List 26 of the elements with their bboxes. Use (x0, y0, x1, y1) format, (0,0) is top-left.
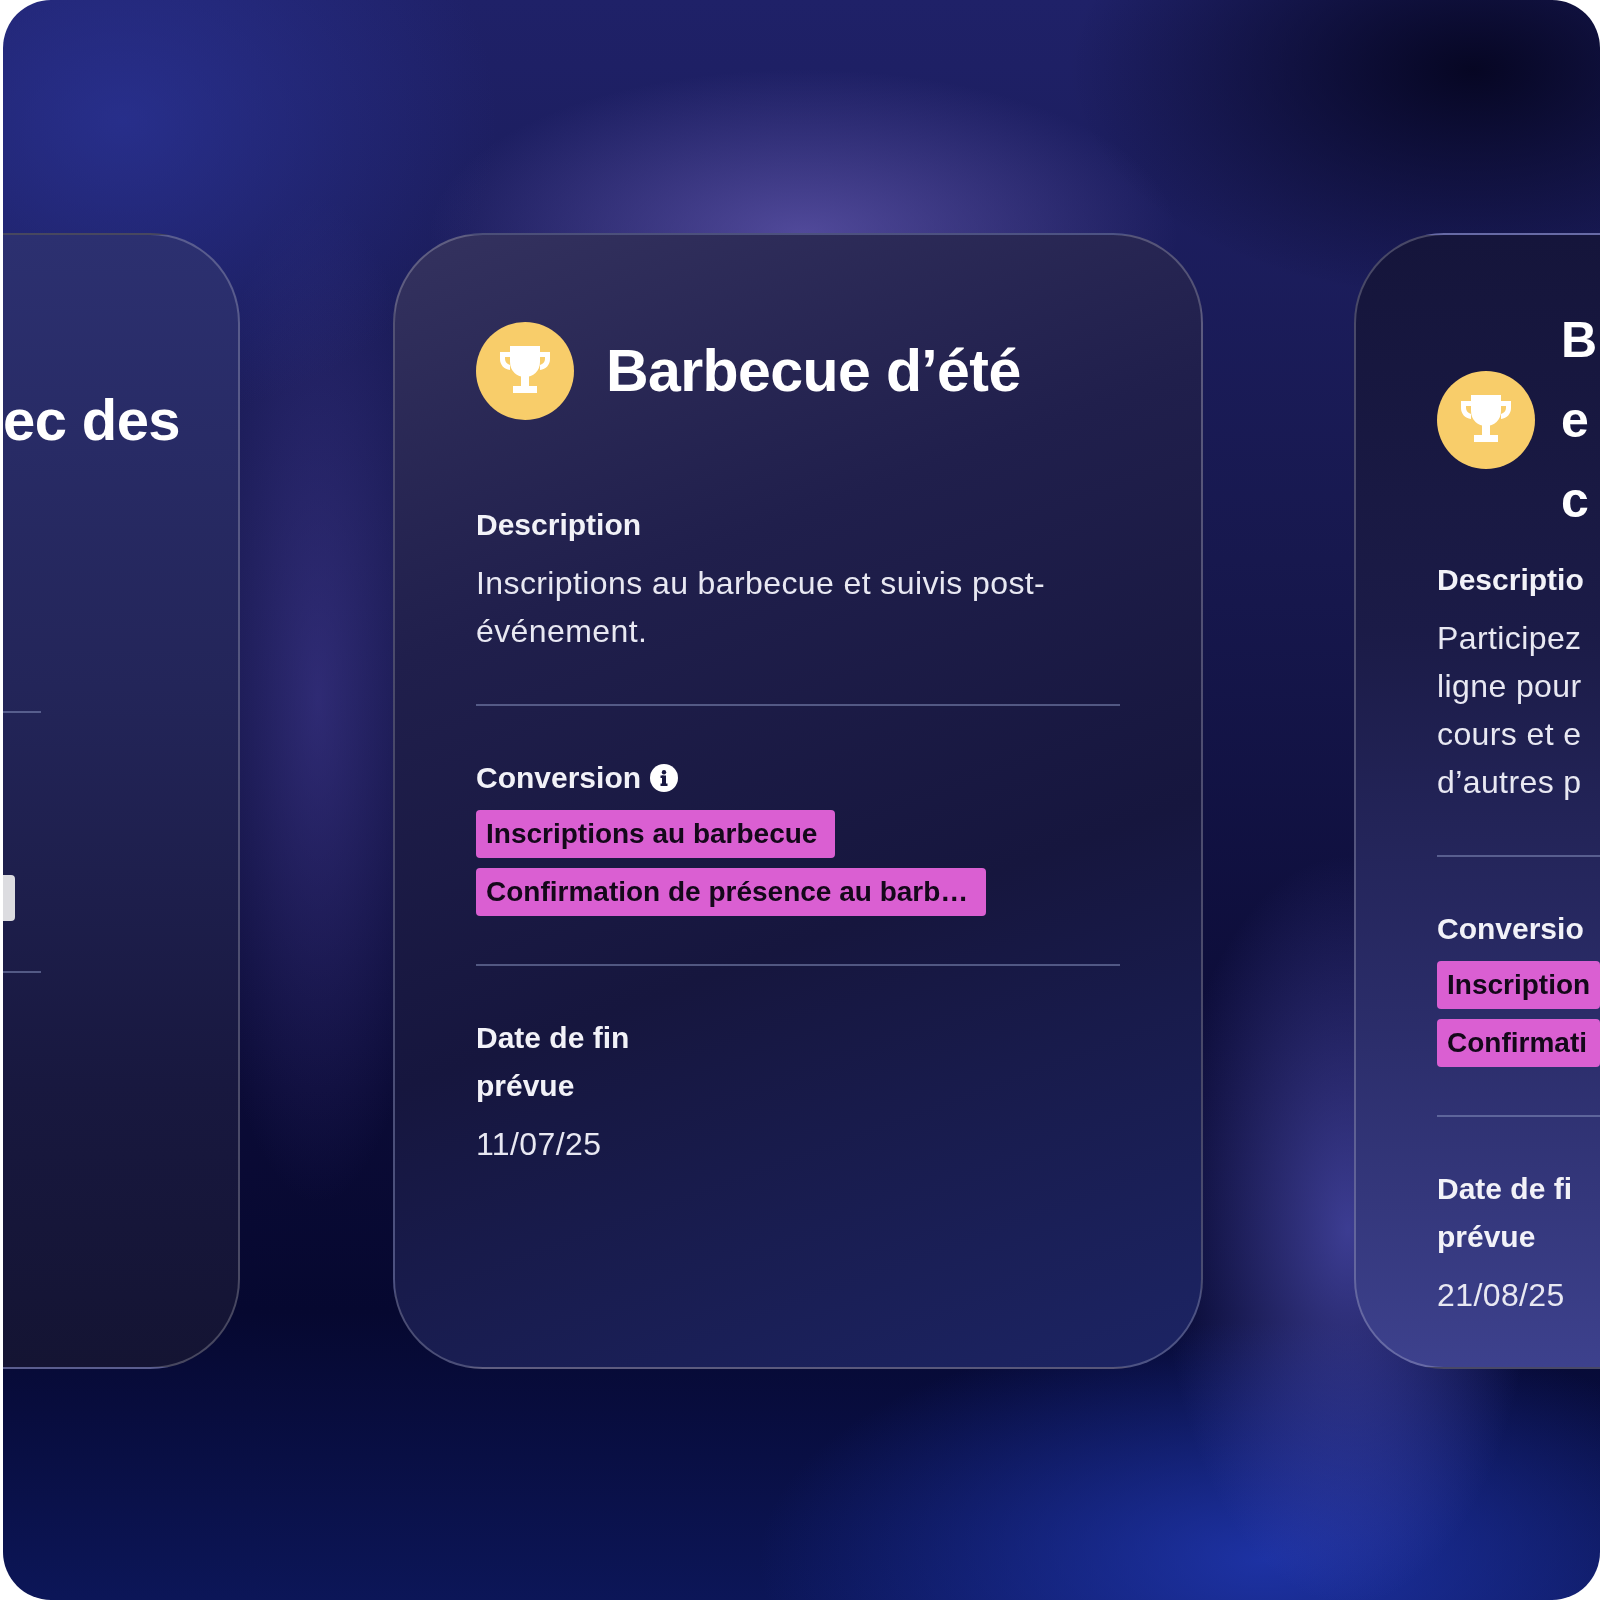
description-text: cours et e (1437, 715, 1582, 754)
description-text: ligne pour (1437, 667, 1582, 706)
info-icon[interactable] (650, 764, 679, 792)
card-title: c (1561, 471, 1590, 530)
section-label: Date de fi (1437, 1171, 1573, 1207)
trophy-icon (1437, 371, 1535, 469)
conversion-tag: Confirmation de présence au barb… (476, 868, 987, 916)
conversion-tag: Inscription (1437, 961, 1600, 1009)
section-label: Conversio (1437, 911, 1584, 947)
section-label: Conversion (476, 760, 642, 796)
conversion-tag: Confirmati (1437, 1019, 1600, 1067)
card-title: ec des (3, 386, 181, 454)
section-label: Descriptio (1437, 562, 1585, 598)
section-label: prévue (1437, 1219, 1536, 1255)
date-text: 21/08/25 (1437, 1276, 1566, 1315)
card-title: e (1561, 391, 1590, 450)
card-title: Barbecue d’été (606, 337, 1021, 406)
description-text: Inscriptions au barbecue et suivis post-événement. (476, 564, 1047, 651)
description-text: d’autres p (1437, 763, 1582, 802)
card-title: B (1561, 311, 1597, 370)
section-label: Description (476, 507, 643, 543)
conversion-tag: Inscriptions au barbecue (476, 810, 836, 858)
date-text: 11/07/25 (476, 1125, 603, 1164)
description-text: Participez (1437, 619, 1582, 658)
trophy-icon (476, 322, 574, 420)
section-label: Date de fin prévue (476, 1020, 631, 1104)
